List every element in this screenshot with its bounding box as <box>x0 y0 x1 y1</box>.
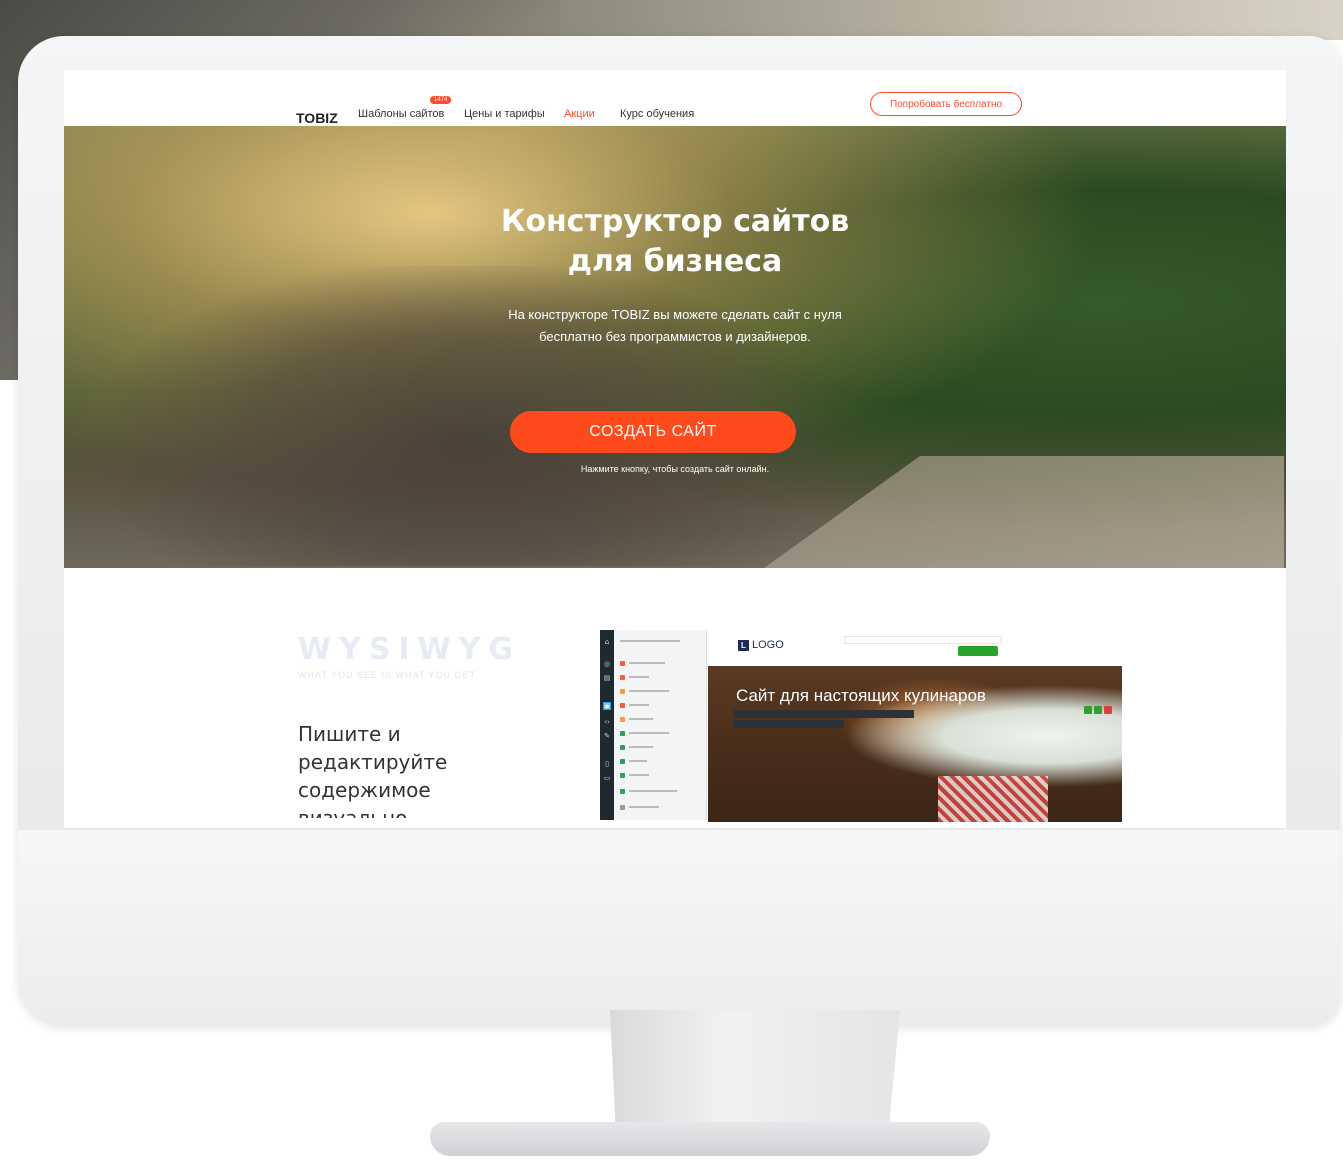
tablet-icon[interactable]: ▭ <box>603 774 611 782</box>
text-format-toolbar-row[interactable] <box>734 720 844 728</box>
hero-title-line: Конструктор сайтов <box>500 204 850 239</box>
list-item[interactable] <box>620 636 680 646</box>
try-free-button[interactable]: Попробовать бесплатно <box>870 92 1022 116</box>
list-item[interactable] <box>620 658 665 668</box>
list-item[interactable] <box>620 770 649 780</box>
delete-icon[interactable] <box>1104 706 1112 714</box>
list-item[interactable] <box>620 786 677 796</box>
feature-text-line: визуально <box>298 806 408 818</box>
editor-block-list <box>614 630 707 820</box>
preview-logo-text: LOGO <box>752 639 784 651</box>
page-icon[interactable]: ▤ <box>603 674 611 682</box>
list-item[interactable] <box>620 686 669 696</box>
nav-item-templates[interactable]: Шаблоны сайтов <box>358 108 444 120</box>
home-icon[interactable]: ⌂ <box>603 638 611 646</box>
hero-subtitle-line: На конструкторе TOBIZ вы можете сделать … <box>508 307 842 322</box>
nav-item-course[interactable]: Курс обучения <box>620 108 694 120</box>
monitor-screen: TOBIZ Шаблоны сайтов 1474 Цены и тарифы … <box>64 70 1286 828</box>
list-item[interactable] <box>620 802 659 812</box>
preview-heading[interactable]: Сайт для настоящих кулинаров <box>736 686 986 706</box>
editor-preview: ⌂ ◎ ▤ ▣ ‹› ✎ ▯ ▭ L LOGO Сайт для настоящ… <box>600 630 1122 822</box>
hero-title-line: для бизнеса <box>567 244 783 279</box>
code-icon[interactable]: ‹› <box>603 718 611 726</box>
wysiwyg-subtitle: WHAT YOU SEE IS WHAT YOU GET <box>298 670 477 680</box>
feature-text-line: содержимое <box>298 778 431 802</box>
feature-text-line: Пишите и <box>298 722 401 746</box>
wysiwyg-title: WYSIWYG <box>298 632 522 667</box>
list-item[interactable] <box>620 728 669 738</box>
nav-item-pricing[interactable]: Цены и тарифы <box>464 108 545 120</box>
brand-logo[interactable]: TOBIZ <box>296 110 338 126</box>
top-navigation: TOBIZ Шаблоны сайтов 1474 Цены и тарифы … <box>64 70 1286 126</box>
move-icon[interactable] <box>1094 706 1102 714</box>
create-site-button[interactable]: СОЗДАТЬ САЙТ <box>510 411 796 453</box>
hero-subtitle: На конструкторе TOBIZ вы можете сделать … <box>64 304 1286 348</box>
text-format-toolbar[interactable] <box>734 710 914 718</box>
monitor-stand-base <box>430 1122 990 1156</box>
list-item[interactable] <box>620 756 647 766</box>
mobile-icon[interactable]: ▯ <box>603 760 611 768</box>
preview-action-button[interactable] <box>958 646 998 656</box>
hero-subtitle-line: бесплатно без программистов и дизайнеров… <box>539 329 811 344</box>
monitor-stand <box>610 1010 900 1132</box>
hero-title: Конструктор сайтов для бизнеса <box>64 202 1286 282</box>
list-item[interactable] <box>620 672 649 682</box>
blocks-icon[interactable]: ▣ <box>603 702 611 710</box>
hero-section: Конструктор сайтов для бизнеса На констр… <box>64 126 1286 568</box>
globe-icon[interactable]: ◎ <box>603 660 611 668</box>
logo-icon: L <box>738 640 749 651</box>
list-item[interactable] <box>620 700 649 710</box>
preview-search-input[interactable] <box>844 636 1002 644</box>
list-item[interactable] <box>620 742 653 752</box>
list-item[interactable] <box>620 714 653 724</box>
templates-count-badge: 1474 <box>430 96 452 104</box>
monitor-chin <box>18 830 1340 1026</box>
feature-text: Пишите и редактируйте содержимое визуаль… <box>298 720 558 818</box>
background-photo-strip <box>560 0 1343 40</box>
settings-icon[interactable] <box>1084 706 1092 714</box>
editor-canvas: L LOGO Сайт для настоящих кулинаров <box>708 630 1122 822</box>
editor-icon-rail: ⌂ ◎ ▤ ▣ ‹› ✎ ▯ ▭ <box>600 630 614 820</box>
tablecloth-image <box>938 776 1048 822</box>
cta-note: Нажмите кнопку, чтобы создать сайт онлай… <box>580 464 770 474</box>
nav-item-promotions[interactable]: Акции <box>564 108 595 120</box>
block-controls <box>1084 706 1112 714</box>
feature-text-line: редактируйте <box>298 750 448 774</box>
pencil-icon[interactable]: ✎ <box>603 732 611 740</box>
